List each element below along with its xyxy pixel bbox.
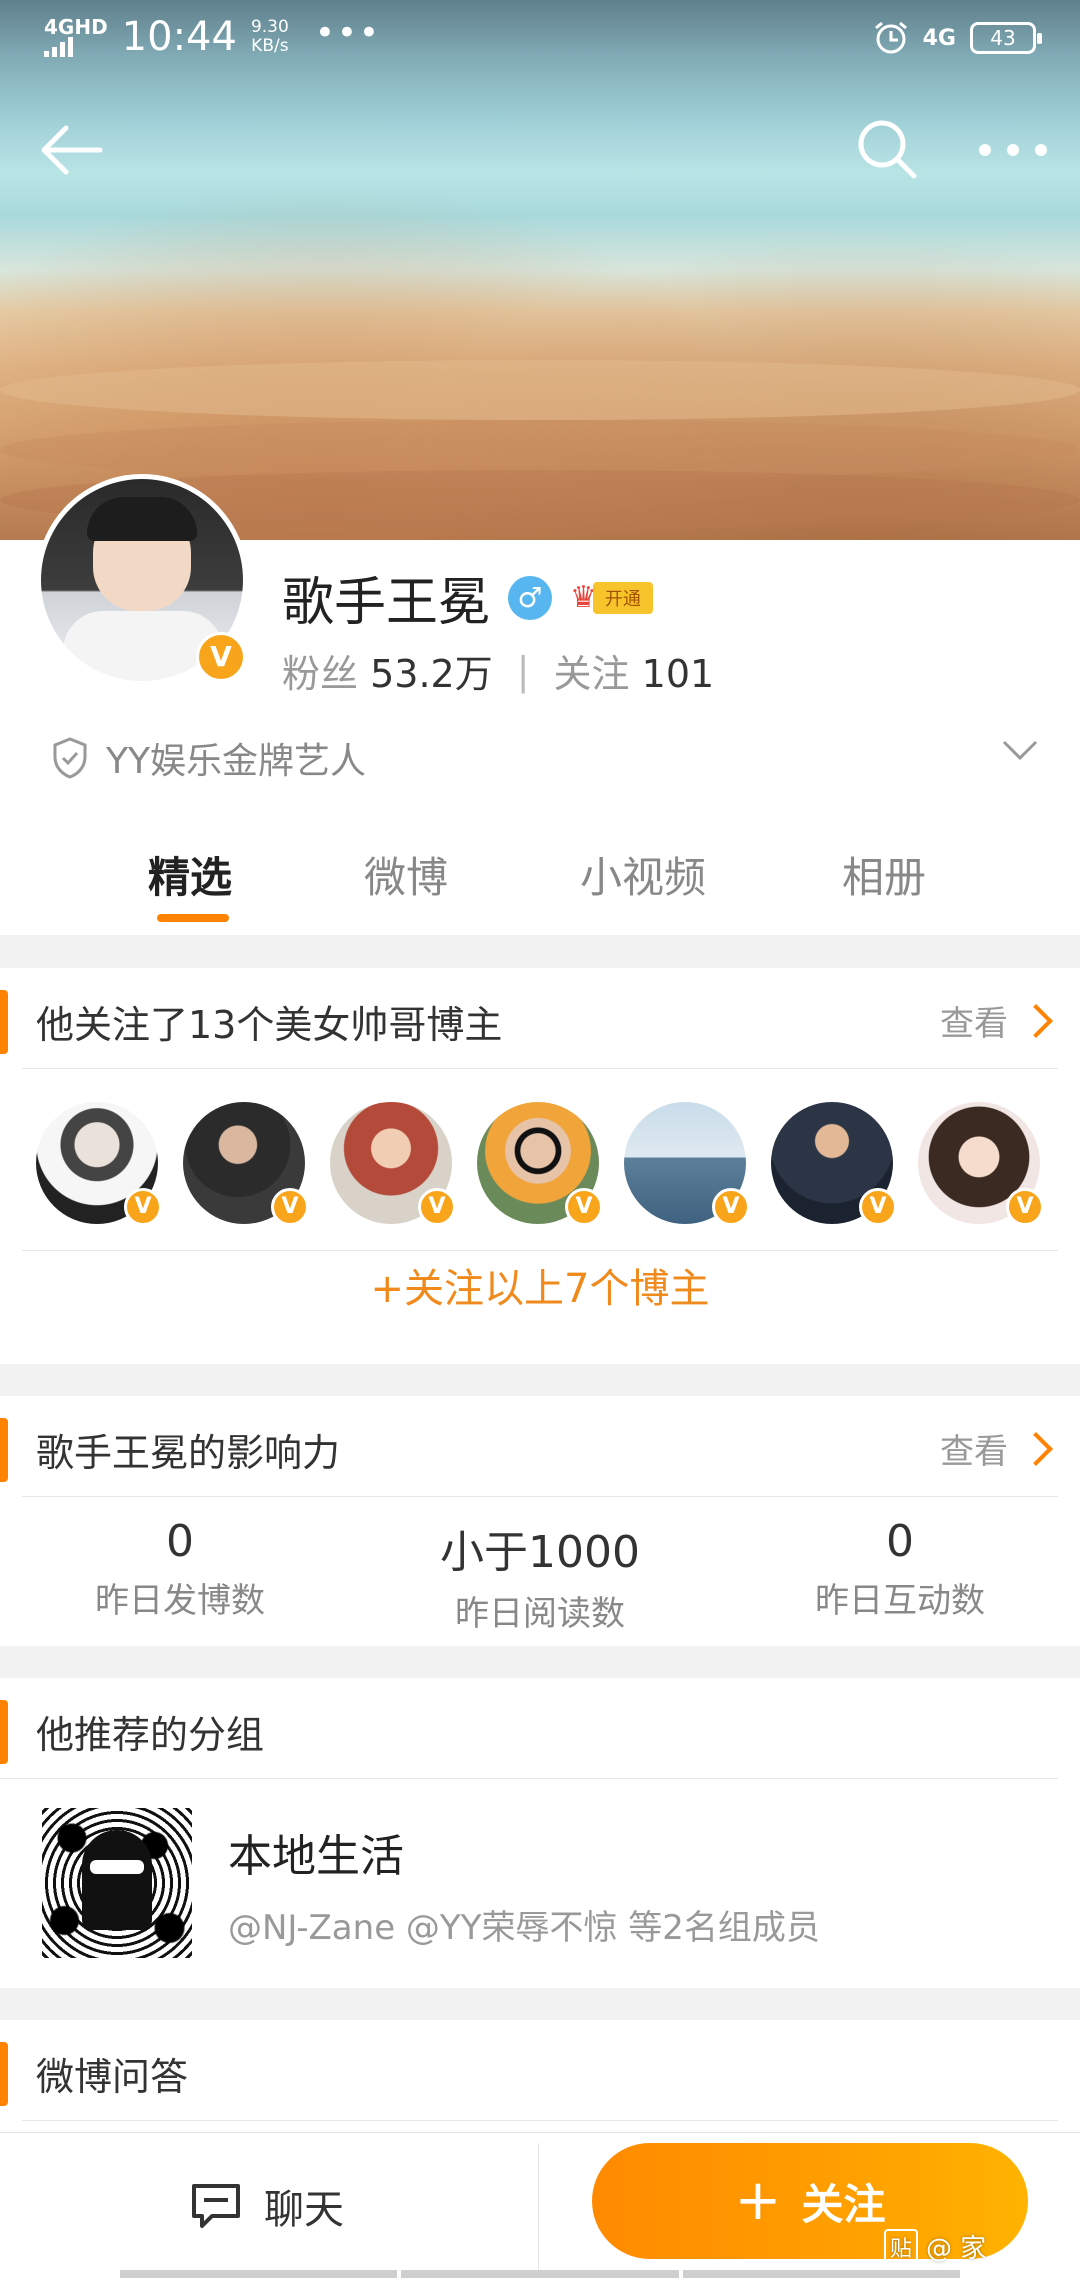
battery-icon: 43 [970,22,1042,54]
following-view-link[interactable]: 查看 [940,996,1058,1045]
plus-icon: + [734,2168,782,2233]
followed-avatar[interactable]: V [477,1102,603,1226]
overflow-dots: ••• [314,13,381,53]
verified-badge-icon: V [859,1188,897,1226]
profile-avatar[interactable]: V [36,474,248,686]
bar-separator [538,2143,539,2271]
metric-interactions: 0 昨日互动数 [815,1516,985,1621]
chevron-right-icon [1019,1431,1053,1466]
qa-card-header[interactable]: 微博问答 [0,2020,1058,2121]
following-stat[interactable]: 关注 101 [554,643,715,698]
gender-male-icon: ♂ [508,575,553,620]
influence-card: 歌手王冕的影响力 查看 0 昨日发博数 小于1000 昨日阅读数 0 昨日互动数 [0,1396,1080,1646]
verified-badge-icon: V [271,1188,309,1226]
followed-avatar[interactable]: V [330,1102,456,1226]
more-options-icon[interactable] [976,130,1050,170]
profile-name-row: 歌手王冕 ♂ ♛ 开通 [282,560,653,635]
signal-icon: 4GHD [44,17,108,57]
followed-avatars: V V V V V V V [36,1102,1046,1226]
top-navigation [0,110,1080,190]
followed-avatar[interactable]: V [183,1102,309,1226]
verified-badge-icon: V [418,1188,456,1226]
net-speed: 9.30 KB/s [250,17,289,56]
influence-view-link[interactable]: 查看 [940,1424,1058,1473]
follow-label: 关注 [801,2179,886,2229]
follow-all-button[interactable]: +关注以上7个博主 [0,1256,1080,1314]
search-icon[interactable] [854,116,920,182]
tab-album[interactable]: 相册 [842,844,926,905]
profile-stats: 粉丝 53.2万 | 关注 101 [282,643,714,698]
stats-separator: | [516,648,530,693]
verified-badge-icon: V [712,1188,750,1226]
tab-featured[interactable]: 精选 [148,844,232,905]
followed-avatar[interactable]: V [624,1102,750,1226]
groups-card-header: 他推荐的分组 [0,1678,1058,1778]
network-4g: 4G [922,25,956,51]
card-divider [0,1778,1058,1779]
groups-card-title: 他推荐的分组 [36,1713,265,1757]
active-tab-indicator [157,914,229,922]
group-thumbnail[interactable] [42,1808,192,1958]
group-name[interactable]: 本地生活 [228,1820,404,1884]
vip-open-tag: 开通 [592,581,653,614]
verified-badge-icon: V [1006,1188,1044,1226]
status-bar: 4GHD 10:44 9.30 KB/s ••• 4G 43 [0,0,1080,84]
alarm-icon [874,21,907,54]
influence-metrics: 0 昨日发博数 小于1000 昨日阅读数 0 昨日互动数 [0,1516,1080,1646]
watermark: 贴 @ 家 [884,2228,986,2265]
back-arrow-icon[interactable] [36,120,106,180]
sand-ridge [0,360,1080,420]
chat-icon [192,2184,240,2228]
following-card-header[interactable]: 他关注了13个美女帅哥博主 查看 [0,968,1058,1069]
following-card: 他关注了13个美女帅哥博主 查看 V V V V V V V +关注以上7个博主 [0,968,1080,1364]
metric-posts: 0 昨日发博数 [95,1516,265,1621]
gesture-bar [120,2270,960,2278]
chat-button[interactable]: 聊天 [190,2177,344,2235]
verification-row[interactable]: YY娱乐金牌艺人 [50,730,1040,786]
card-divider [22,1250,1058,1251]
vip-badge[interactable]: ♛ 开通 [570,579,653,617]
chevron-down-icon[interactable] [1000,738,1040,762]
influence-card-title: 歌手王冕的影响力 [36,1431,341,1475]
chevron-right-icon [1019,1003,1053,1038]
qa-card-title: 微博问答 [36,2055,189,2099]
chat-label: 聊天 [264,2187,344,2233]
followed-avatar[interactable]: V [918,1102,1044,1226]
group-members[interactable]: @NJ-Zane @YY荣辱不惊 等2名组成员 [228,1900,820,1949]
followed-avatar[interactable]: V [771,1102,897,1226]
verification-text: YY娱乐金牌艺人 [106,741,366,782]
qa-card: 微博问答 [0,2020,1080,2132]
groups-card: 他推荐的分组 本地生活 @NJ-Zane @YY荣辱不惊 等2名组成员 [0,1678,1080,1988]
tab-weibo[interactable]: 微博 [364,844,448,905]
verified-badge-icon: V [124,1188,162,1226]
followed-avatar[interactable]: V [36,1102,162,1226]
tab-short-video[interactable]: 小视频 [580,844,706,905]
influence-card-header[interactable]: 歌手王冕的影响力 查看 [0,1396,1058,1497]
fans-stat[interactable]: 粉丝 53.2万 [282,643,493,698]
verified-badge-icon: V [196,632,246,682]
clock: 10:44 [121,14,237,60]
following-card-title: 他关注了13个美女帅哥博主 [36,1003,503,1047]
network-label: 4GHD [44,15,108,39]
shield-icon [53,737,87,779]
metric-reads: 小于1000 昨日阅读数 [440,1527,640,1634]
verified-badge-icon: V [565,1188,603,1226]
profile-name: 歌手王冕 [282,573,491,633]
